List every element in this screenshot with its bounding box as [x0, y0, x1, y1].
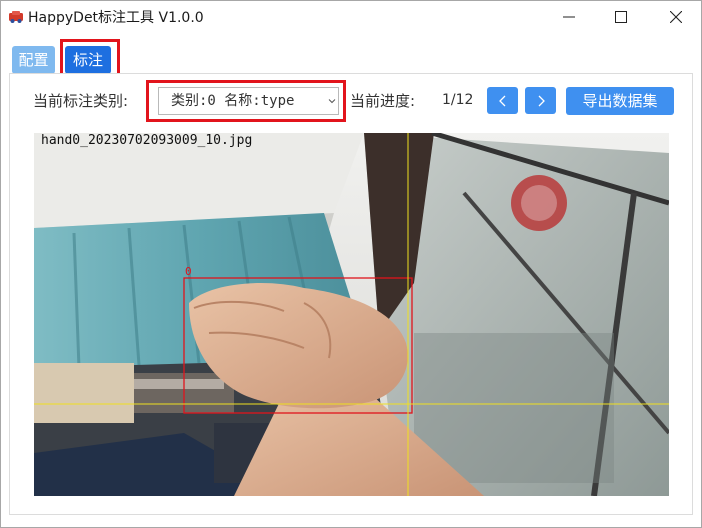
close-icon [670, 11, 682, 23]
chevron-left-icon [498, 95, 505, 106]
prev-image-button[interactable] [487, 87, 518, 114]
app-window: HappyDet标注工具 V1.0.0 配置 标注 当前标注类别: 类别:0 名… [0, 0, 702, 528]
next-image-button[interactable] [525, 87, 556, 114]
select-highlight-box [146, 80, 346, 122]
maximize-button[interactable] [598, 1, 644, 33]
progress-value: 1/12 [442, 92, 474, 108]
category-label: 当前标注类别: [33, 92, 129, 110]
annotation-canvas[interactable]: 0 [34, 133, 669, 496]
minimize-icon [563, 16, 575, 18]
close-button[interactable] [653, 1, 699, 33]
app-logo-icon [9, 11, 23, 23]
chevron-right-icon [538, 95, 545, 106]
progress-label: 当前进度: [350, 92, 416, 110]
minimize-button[interactable] [546, 1, 592, 33]
bbox-class-label: 0 [185, 265, 192, 278]
photo-image: 0 [34, 133, 669, 496]
export-dataset-button[interactable]: 导出数据集 [566, 87, 674, 115]
image-filename: hand0_20230702093009_10.jpg [41, 133, 253, 148]
tab-config[interactable]: 配置 [12, 46, 55, 74]
maximize-icon [615, 11, 627, 23]
window-title: HappyDet标注工具 V1.0.0 [28, 10, 204, 26]
title-bar: HappyDet标注工具 V1.0.0 [1, 1, 701, 33]
